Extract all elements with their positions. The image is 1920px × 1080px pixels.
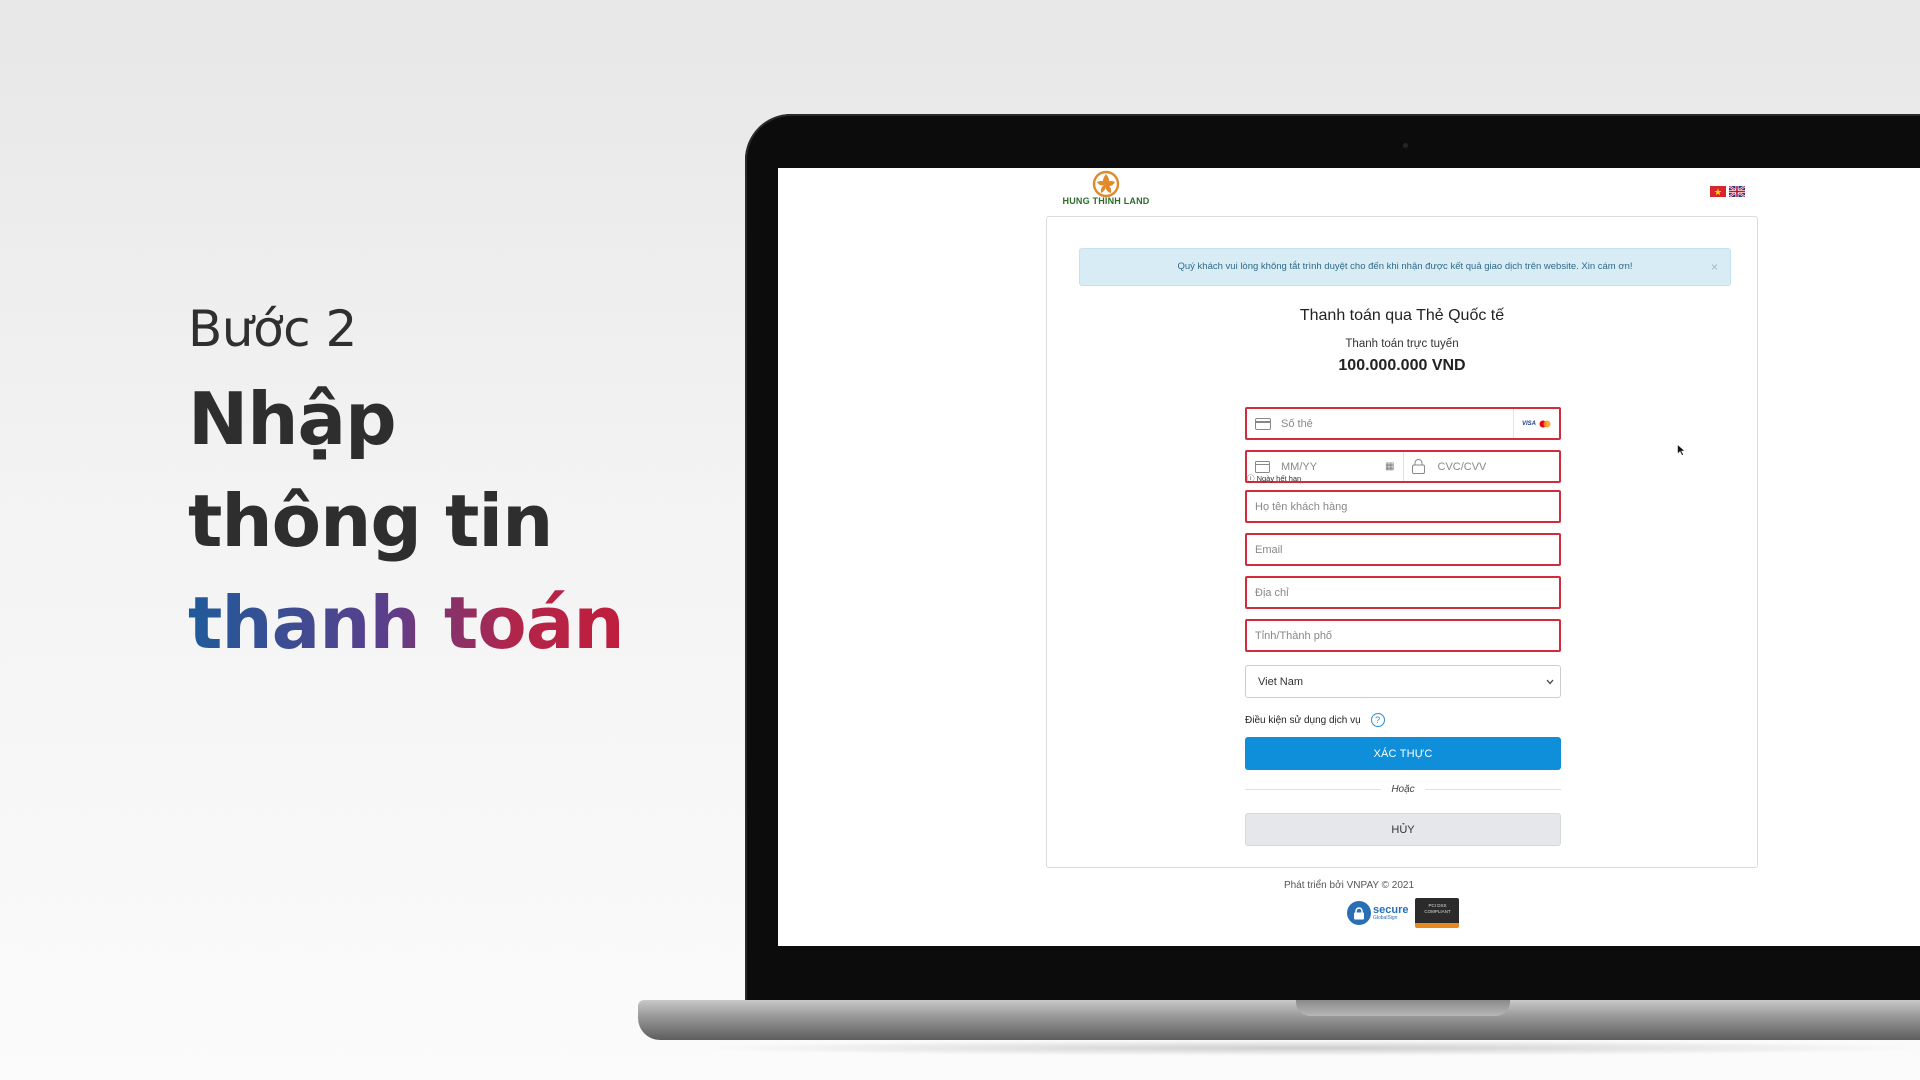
secure-badge-text: secure [1373, 904, 1409, 916]
full-name-placeholder: Họ tên khách hàng [1255, 500, 1348, 513]
language-switcher [1710, 186, 1745, 197]
laptop-screen: HUNG THINH LAND Quý khách vui lòng không… [778, 168, 1920, 946]
expiry-placeholder: MM/YY [1281, 460, 1318, 473]
globalsign-secure-badge: secure GlobalSign [1344, 899, 1411, 927]
email-placeholder: Email [1255, 543, 1283, 556]
pci-dss-badge: PCI DSS COMPLIANT [1415, 898, 1460, 928]
email-field[interactable]: Email [1245, 533, 1561, 566]
mastercard-icon [1539, 420, 1551, 427]
payment-subtitle: Thanh toán trực tuyến [1345, 338, 1459, 350]
padlock-icon [1347, 901, 1371, 925]
browser-notice-alert: Quý khách vui lòng không tắt trình duyệt… [1079, 248, 1731, 286]
cvc-input[interactable]: CVC/CVV [1402, 452, 1560, 481]
headline-line-2: thông tin [188, 479, 553, 563]
divider-line-right [1424, 788, 1562, 790]
brand-logo-icon [1092, 170, 1120, 198]
city-field[interactable]: Tỉnh/Thành phố [1245, 619, 1561, 652]
or-label: Hoặc [1391, 783, 1415, 795]
chevron-down-icon [1546, 679, 1554, 684]
laptop-shadow [680, 1040, 1920, 1056]
en-flag-icon[interactable] [1729, 186, 1745, 197]
laptop-base [638, 1000, 1920, 1040]
divider-line-left [1245, 788, 1382, 790]
payment-title: Thanh toán qua Thẻ Quốc tế [1299, 307, 1505, 324]
brand-logo: HUNG THINH LAND [1056, 170, 1156, 206]
camera-dot [1403, 143, 1408, 148]
help-icon[interactable]: ? [1370, 713, 1385, 727]
country-select[interactable]: Viet Nam [1245, 665, 1561, 698]
date-picker-icon[interactable]: ▦ [1385, 461, 1394, 472]
laptop-notch [1296, 1000, 1510, 1016]
lock-icon [1411, 459, 1434, 474]
credit-card-icon [1255, 417, 1277, 430]
expiry-hint: ⓘ Ngày hết hạn [1247, 473, 1301, 484]
headline-line-1: Nhập [188, 377, 397, 461]
cvc-placeholder: CVC/CVV [1437, 460, 1487, 473]
payment-form-card: Quý khách vui lòng không tắt trình duyệt… [1046, 216, 1758, 868]
vi-flag-icon[interactable] [1710, 186, 1726, 197]
address-field[interactable]: Địa chỉ [1245, 576, 1561, 609]
terms-row: Điều kiện sử dụng dịch vụ ? [1245, 713, 1385, 727]
or-divider: Hoặc [1245, 782, 1562, 796]
security-badges: secure GlobalSign PCI DSS COMPLIANT [1344, 898, 1460, 928]
footer-credit: Phát triển bởi VNPAY © 2021 [1283, 880, 1415, 891]
visa-icon: VISA [1521, 420, 1536, 427]
headline-line-3: thanh toán [188, 572, 625, 674]
mouse-cursor-icon [1677, 444, 1686, 456]
terms-link[interactable]: Điều kiện sử dụng dịch vụ [1245, 715, 1361, 726]
card-number-placeholder: Số thẻ [1281, 417, 1313, 430]
brand-logo-text: HUNG THINH LAND [1062, 196, 1150, 206]
full-name-field[interactable]: Họ tên khách hàng [1245, 490, 1561, 523]
address-placeholder: Địa chỉ [1255, 586, 1289, 599]
step-headline: Bước 2 Nhập thông tin thanh toán [188, 300, 625, 674]
confirm-button[interactable]: XÁC THỰC [1245, 737, 1561, 770]
card-brand-badges: VISA [1513, 409, 1559, 438]
payment-amount: 100.000.000 VND [1338, 357, 1466, 374]
info-icon: ⓘ [1247, 474, 1255, 483]
step-label: Bước 2 [188, 300, 357, 358]
calendar-icon [1255, 460, 1277, 473]
city-placeholder: Tỉnh/Thành phố [1255, 629, 1333, 642]
cancel-button[interactable]: HỦY [1245, 813, 1561, 846]
country-value: Viet Nam [1258, 675, 1304, 688]
notice-close-icon[interactable]: × [1711, 249, 1718, 285]
card-number-field[interactable]: Số thẻ VISA [1245, 407, 1561, 440]
expiry-hint-text: Ngày hết hạn [1256, 474, 1302, 483]
notice-text: Quý khách vui lòng không tắt trình duyệt… [1177, 261, 1633, 272]
